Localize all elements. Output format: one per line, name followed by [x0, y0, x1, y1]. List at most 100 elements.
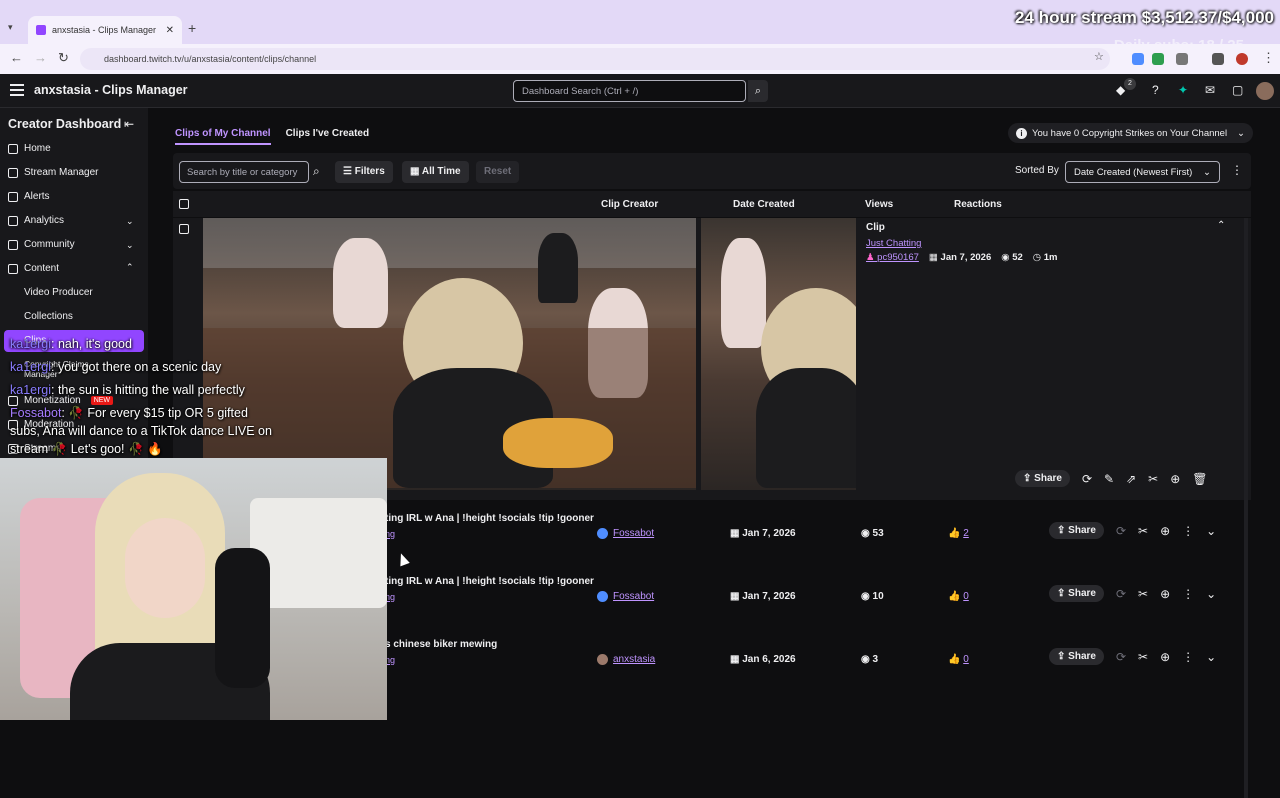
- search-icon[interactable]: ⌕: [748, 80, 768, 102]
- bits-icon[interactable]: ◆: [1116, 83, 1125, 97]
- clip-category-link[interactable]: Just Chatting: [866, 238, 921, 249]
- user-avatar[interactable]: [1256, 82, 1274, 100]
- time-range-button[interactable]: ▦ All Time: [402, 161, 469, 183]
- activity-icon[interactable]: ✦: [1178, 83, 1188, 97]
- add-icon[interactable]: ⊕: [1160, 650, 1170, 664]
- clip-title[interactable]: ting IRL w Ana | !height !socials !tip !…: [385, 576, 594, 587]
- loop-icon[interactable]: ⟳: [1116, 650, 1126, 664]
- column-date-created[interactable]: Date Created: [733, 199, 795, 210]
- new-tab-button[interactable]: +: [188, 20, 196, 36]
- browser-menu-icon[interactable]: ⋮: [1262, 50, 1275, 66]
- forward-icon[interactable]: →: [34, 50, 47, 65]
- sidebar-item-alerts[interactable]: Alerts: [8, 191, 50, 202]
- share-button[interactable]: ⇪ Share: [1049, 522, 1104, 539]
- sidebar-item-content[interactable]: Content: [8, 263, 59, 274]
- share-button[interactable]: ⇪ Share: [1049, 585, 1104, 602]
- more-options-icon[interactable]: ⋮: [1231, 163, 1243, 177]
- more-options-icon[interactable]: ⋮: [1182, 650, 1194, 664]
- sort-select[interactable]: Date Created (Newest First) ⌄: [1065, 161, 1220, 183]
- share-button[interactable]: ⇪ Share: [1049, 648, 1104, 665]
- collapse-sidebar-icon[interactable]: ⇤: [124, 117, 134, 131]
- loop-icon[interactable]: ⟳: [1116, 524, 1126, 538]
- loop-icon[interactable]: ⟳: [1116, 587, 1126, 601]
- clip-creator-link[interactable]: Fossabot: [597, 591, 654, 602]
- clip-creator-link[interactable]: ♟ pc950167: [866, 252, 919, 263]
- clip-title[interactable]: ting IRL w Ana | !height !socials !tip !…: [385, 513, 594, 524]
- more-options-icon[interactable]: ⋮: [1182, 587, 1194, 601]
- select-all-checkbox[interactable]: [179, 199, 189, 209]
- edit-icon[interactable]: ✎: [1104, 472, 1114, 486]
- collapse-row-icon[interactable]: ⌃: [1217, 220, 1225, 231]
- loop-icon[interactable]: ⟳: [1082, 472, 1092, 486]
- notification-count-badge: 2: [1124, 78, 1136, 90]
- clip-creator-link[interactable]: Fossabot: [597, 528, 654, 539]
- profile-avatar[interactable]: [1236, 53, 1248, 65]
- tab-clips-ive-created[interactable]: Clips I've Created: [286, 128, 370, 145]
- search-icon[interactable]: ⌕: [313, 164, 320, 179]
- sidebar-item-collections[interactable]: Collections: [24, 311, 73, 322]
- sidebar-item-label: Alerts: [24, 191, 50, 202]
- chevron-down-icon[interactable]: ⌄: [1206, 587, 1216, 601]
- clip-title[interactable]: s chinese biker mewing: [385, 639, 497, 650]
- sidebar-item-stream-manager[interactable]: Stream Manager: [8, 167, 98, 178]
- share-label: Share: [1068, 651, 1096, 662]
- clip-reactions[interactable]: 👍 2: [948, 528, 969, 539]
- column-views[interactable]: Views: [865, 199, 893, 210]
- scissors-icon[interactable]: ✂: [1148, 472, 1158, 486]
- help-icon[interactable]: ?: [1152, 83, 1159, 97]
- chat-username: Fossabot: [10, 406, 62, 420]
- chevron-up-icon[interactable]: ⌃: [126, 262, 134, 273]
- scissors-icon[interactable]: ✂: [1138, 524, 1148, 538]
- chevron-down-icon[interactable]: ⌄: [1206, 650, 1216, 664]
- copyright-strikes-dropdown[interactable]: i You have 0 Copyright Strikes on Your C…: [1008, 123, 1253, 143]
- clip-meta: ♟ pc950167 ▦ Jan 7, 2026 ◉ 52 ◷ 1m: [866, 252, 1057, 263]
- back-icon[interactable]: ←: [10, 50, 23, 65]
- delete-icon[interactable]: 🗑: [1192, 472, 1207, 486]
- add-icon[interactable]: ⊕: [1170, 472, 1180, 486]
- extension-icon[interactable]: [1152, 53, 1164, 65]
- analytics-icon: [8, 215, 18, 226]
- sidebar-item-community[interactable]: Community: [8, 239, 75, 250]
- clip-thumbnail[interactable]: [701, 218, 856, 490]
- sidebar-item-home[interactable]: Home: [8, 143, 51, 154]
- menu-icon[interactable]: [10, 84, 24, 96]
- dashboard-search-input[interactable]: Dashboard Search (Ctrl + /): [513, 80, 746, 102]
- clip-search-input[interactable]: Search by title or category: [179, 161, 309, 183]
- bookmark-star-icon[interactable]: ☆: [1094, 50, 1104, 63]
- clip-reactions[interactable]: 👍 0: [948, 591, 969, 602]
- reload-icon[interactable]: ↻: [58, 50, 69, 66]
- monetization-icon: [8, 395, 18, 406]
- chevron-down-icon[interactable]: ⌄: [1206, 524, 1216, 538]
- column-clip-creator[interactable]: Clip Creator: [601, 199, 658, 210]
- downloads-icon[interactable]: [1212, 53, 1224, 65]
- sidebar-item-analytics[interactable]: Analytics: [8, 215, 64, 226]
- tab-clips-of-my-channel[interactable]: Clips of My Channel: [175, 128, 271, 145]
- scrollbar[interactable]: [1244, 218, 1248, 798]
- share-button[interactable]: ⇪ Share: [1015, 470, 1070, 487]
- clip-video-player[interactable]: [203, 218, 696, 490]
- url-input[interactable]: dashboard.twitch.tv/u/anxstasia/content/…: [80, 48, 1110, 70]
- reset-button[interactable]: Reset: [476, 161, 520, 183]
- table-header: Clip Creator Date Created Views Reaction…: [173, 191, 1251, 217]
- filters-button[interactable]: ☰ Filters: [335, 161, 393, 183]
- open-external-icon[interactable]: ⇗: [1126, 472, 1136, 486]
- tab-search-icon[interactable]: ▾: [8, 22, 13, 33]
- inbox-icon[interactable]: ✉: [1205, 83, 1215, 97]
- column-reactions[interactable]: Reactions: [954, 199, 1002, 210]
- clip-reactions[interactable]: 👍 0: [948, 654, 969, 665]
- add-icon[interactable]: ⊕: [1160, 587, 1170, 601]
- chevron-down-icon[interactable]: ⌄: [126, 216, 134, 227]
- row-checkbox[interactable]: [179, 224, 189, 234]
- extension-icon[interactable]: [1132, 53, 1144, 65]
- extensions-puzzle-icon[interactable]: [1176, 53, 1188, 65]
- scissors-icon[interactable]: ✂: [1138, 587, 1148, 601]
- tab-close-icon[interactable]: ✕: [166, 25, 174, 36]
- clip-creator-link[interactable]: anxstasia: [597, 654, 655, 665]
- scissors-icon[interactable]: ✂: [1138, 650, 1148, 664]
- whispers-icon[interactable]: ▢: [1232, 83, 1243, 97]
- sidebar-item-video-producer[interactable]: Video Producer: [24, 287, 93, 298]
- chevron-down-icon[interactable]: ⌄: [126, 240, 134, 251]
- more-options-icon[interactable]: ⋮: [1182, 524, 1194, 538]
- browser-tab[interactable]: anxstasia - Clips Manager ✕: [28, 16, 182, 44]
- add-icon[interactable]: ⊕: [1160, 524, 1170, 538]
